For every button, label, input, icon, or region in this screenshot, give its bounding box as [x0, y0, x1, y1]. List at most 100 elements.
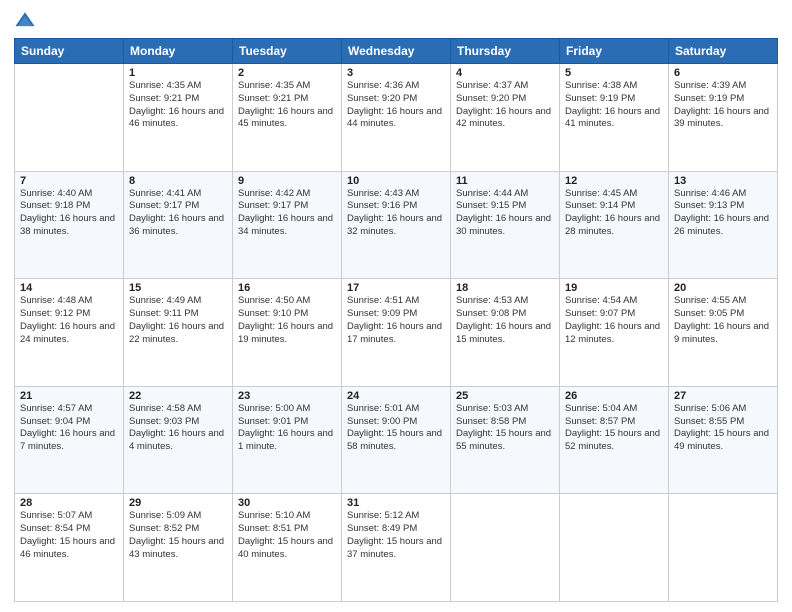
day-number: 29 [129, 497, 227, 509]
day-number: 22 [129, 390, 227, 402]
logo-icon [14, 10, 36, 32]
col-friday: Friday [560, 39, 669, 64]
col-sunday: Sunday [15, 39, 124, 64]
day-number: 6 [674, 67, 772, 79]
day-info: Sunrise: 4:48 AM Sunset: 9:12 PM Dayligh… [20, 295, 118, 346]
day-number: 20 [674, 282, 772, 294]
day-number: 31 [347, 497, 445, 509]
day-cell: 19Sunrise: 4:54 AM Sunset: 9:07 PM Dayli… [560, 279, 669, 387]
day-cell: 9Sunrise: 4:42 AM Sunset: 9:17 PM Daylig… [233, 171, 342, 279]
day-cell: 10Sunrise: 4:43 AM Sunset: 9:16 PM Dayli… [342, 171, 451, 279]
col-monday: Monday [124, 39, 233, 64]
day-cell: 16Sunrise: 4:50 AM Sunset: 9:10 PM Dayli… [233, 279, 342, 387]
day-info: Sunrise: 4:35 AM Sunset: 9:21 PM Dayligh… [129, 80, 227, 131]
day-cell: 25Sunrise: 5:03 AM Sunset: 8:58 PM Dayli… [451, 386, 560, 494]
day-cell: 22Sunrise: 4:58 AM Sunset: 9:03 PM Dayli… [124, 386, 233, 494]
day-number: 3 [347, 67, 445, 79]
day-info: Sunrise: 5:10 AM Sunset: 8:51 PM Dayligh… [238, 510, 336, 561]
week-row-3: 14Sunrise: 4:48 AM Sunset: 9:12 PM Dayli… [15, 279, 778, 387]
day-cell: 3Sunrise: 4:36 AM Sunset: 9:20 PM Daylig… [342, 64, 451, 172]
day-number: 14 [20, 282, 118, 294]
day-info: Sunrise: 4:53 AM Sunset: 9:08 PM Dayligh… [456, 295, 554, 346]
day-info: Sunrise: 4:49 AM Sunset: 9:11 PM Dayligh… [129, 295, 227, 346]
day-number: 18 [456, 282, 554, 294]
day-number: 21 [20, 390, 118, 402]
day-info: Sunrise: 5:07 AM Sunset: 8:54 PM Dayligh… [20, 510, 118, 561]
day-cell [451, 494, 560, 602]
day-number: 24 [347, 390, 445, 402]
week-row-1: 1Sunrise: 4:35 AM Sunset: 9:21 PM Daylig… [15, 64, 778, 172]
day-number: 10 [347, 175, 445, 187]
day-cell: 14Sunrise: 4:48 AM Sunset: 9:12 PM Dayli… [15, 279, 124, 387]
day-number: 28 [20, 497, 118, 509]
day-cell: 23Sunrise: 5:00 AM Sunset: 9:01 PM Dayli… [233, 386, 342, 494]
day-info: Sunrise: 5:03 AM Sunset: 8:58 PM Dayligh… [456, 403, 554, 454]
day-info: Sunrise: 5:06 AM Sunset: 8:55 PM Dayligh… [674, 403, 772, 454]
day-cell [560, 494, 669, 602]
day-number: 1 [129, 67, 227, 79]
day-info: Sunrise: 4:39 AM Sunset: 9:19 PM Dayligh… [674, 80, 772, 131]
col-wednesday: Wednesday [342, 39, 451, 64]
day-cell: 31Sunrise: 5:12 AM Sunset: 8:49 PM Dayli… [342, 494, 451, 602]
day-info: Sunrise: 5:00 AM Sunset: 9:01 PM Dayligh… [238, 403, 336, 454]
day-info: Sunrise: 4:44 AM Sunset: 9:15 PM Dayligh… [456, 188, 554, 239]
day-number: 4 [456, 67, 554, 79]
day-number: 25 [456, 390, 554, 402]
day-number: 15 [129, 282, 227, 294]
day-info: Sunrise: 5:01 AM Sunset: 9:00 PM Dayligh… [347, 403, 445, 454]
day-number: 23 [238, 390, 336, 402]
day-number: 19 [565, 282, 663, 294]
day-info: Sunrise: 4:43 AM Sunset: 9:16 PM Dayligh… [347, 188, 445, 239]
week-row-4: 21Sunrise: 4:57 AM Sunset: 9:04 PM Dayli… [15, 386, 778, 494]
day-info: Sunrise: 4:51 AM Sunset: 9:09 PM Dayligh… [347, 295, 445, 346]
day-info: Sunrise: 5:04 AM Sunset: 8:57 PM Dayligh… [565, 403, 663, 454]
day-cell: 2Sunrise: 4:35 AM Sunset: 9:21 PM Daylig… [233, 64, 342, 172]
day-cell [15, 64, 124, 172]
day-cell: 11Sunrise: 4:44 AM Sunset: 9:15 PM Dayli… [451, 171, 560, 279]
day-number: 12 [565, 175, 663, 187]
day-number: 7 [20, 175, 118, 187]
day-number: 16 [238, 282, 336, 294]
logo [14, 10, 40, 32]
day-cell: 26Sunrise: 5:04 AM Sunset: 8:57 PM Dayli… [560, 386, 669, 494]
day-cell: 24Sunrise: 5:01 AM Sunset: 9:00 PM Dayli… [342, 386, 451, 494]
day-info: Sunrise: 4:35 AM Sunset: 9:21 PM Dayligh… [238, 80, 336, 131]
day-cell: 30Sunrise: 5:10 AM Sunset: 8:51 PM Dayli… [233, 494, 342, 602]
day-cell: 20Sunrise: 4:55 AM Sunset: 9:05 PM Dayli… [669, 279, 778, 387]
day-info: Sunrise: 4:58 AM Sunset: 9:03 PM Dayligh… [129, 403, 227, 454]
header [14, 10, 778, 32]
day-number: 11 [456, 175, 554, 187]
col-saturday: Saturday [669, 39, 778, 64]
day-cell: 8Sunrise: 4:41 AM Sunset: 9:17 PM Daylig… [124, 171, 233, 279]
day-info: Sunrise: 4:40 AM Sunset: 9:18 PM Dayligh… [20, 188, 118, 239]
day-cell: 6Sunrise: 4:39 AM Sunset: 9:19 PM Daylig… [669, 64, 778, 172]
day-info: Sunrise: 5:12 AM Sunset: 8:49 PM Dayligh… [347, 510, 445, 561]
day-number: 9 [238, 175, 336, 187]
week-row-5: 28Sunrise: 5:07 AM Sunset: 8:54 PM Dayli… [15, 494, 778, 602]
day-cell: 28Sunrise: 5:07 AM Sunset: 8:54 PM Dayli… [15, 494, 124, 602]
day-info: Sunrise: 4:37 AM Sunset: 9:20 PM Dayligh… [456, 80, 554, 131]
day-info: Sunrise: 4:55 AM Sunset: 9:05 PM Dayligh… [674, 295, 772, 346]
day-info: Sunrise: 5:09 AM Sunset: 8:52 PM Dayligh… [129, 510, 227, 561]
day-number: 13 [674, 175, 772, 187]
day-cell: 7Sunrise: 4:40 AM Sunset: 9:18 PM Daylig… [15, 171, 124, 279]
day-info: Sunrise: 4:45 AM Sunset: 9:14 PM Dayligh… [565, 188, 663, 239]
day-info: Sunrise: 4:38 AM Sunset: 9:19 PM Dayligh… [565, 80, 663, 131]
calendar-table: Sunday Monday Tuesday Wednesday Thursday… [14, 38, 778, 602]
day-cell: 1Sunrise: 4:35 AM Sunset: 9:21 PM Daylig… [124, 64, 233, 172]
day-info: Sunrise: 4:57 AM Sunset: 9:04 PM Dayligh… [20, 403, 118, 454]
day-number: 17 [347, 282, 445, 294]
day-info: Sunrise: 4:36 AM Sunset: 9:20 PM Dayligh… [347, 80, 445, 131]
day-cell: 4Sunrise: 4:37 AM Sunset: 9:20 PM Daylig… [451, 64, 560, 172]
week-row-2: 7Sunrise: 4:40 AM Sunset: 9:18 PM Daylig… [15, 171, 778, 279]
day-cell: 5Sunrise: 4:38 AM Sunset: 9:19 PM Daylig… [560, 64, 669, 172]
day-cell: 21Sunrise: 4:57 AM Sunset: 9:04 PM Dayli… [15, 386, 124, 494]
page: Sunday Monday Tuesday Wednesday Thursday… [0, 0, 792, 612]
day-cell: 12Sunrise: 4:45 AM Sunset: 9:14 PM Dayli… [560, 171, 669, 279]
day-number: 30 [238, 497, 336, 509]
day-cell: 13Sunrise: 4:46 AM Sunset: 9:13 PM Dayli… [669, 171, 778, 279]
day-cell: 17Sunrise: 4:51 AM Sunset: 9:09 PM Dayli… [342, 279, 451, 387]
day-number: 2 [238, 67, 336, 79]
header-row: Sunday Monday Tuesday Wednesday Thursday… [15, 39, 778, 64]
day-number: 26 [565, 390, 663, 402]
